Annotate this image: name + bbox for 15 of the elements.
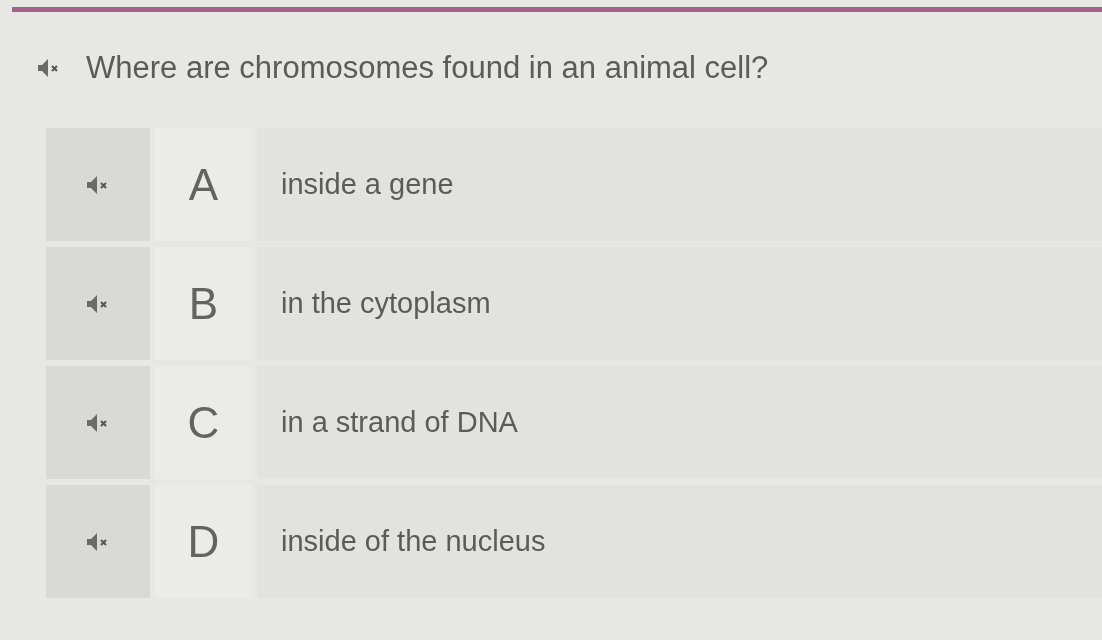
option-letter[interactable]: B xyxy=(155,247,252,360)
answer-option-text[interactable]: in the cytoplasm xyxy=(257,247,1102,360)
answer-option-text[interactable]: inside of the nucleus xyxy=(257,485,1102,598)
speaker-mute-icon xyxy=(87,294,109,313)
option-letter[interactable]: C xyxy=(155,366,252,479)
option-letter[interactable]: A xyxy=(155,128,252,241)
question-text: Where are chromosomes found in an animal cell? xyxy=(86,50,769,86)
answer-option-text[interactable]: inside a gene xyxy=(257,128,1102,241)
speaker-mute-icon xyxy=(38,59,60,77)
option-letter[interactable]: D xyxy=(155,485,252,598)
speaker-mute-icon xyxy=(87,532,109,551)
answer-option-text[interactable]: in a strand of DNA xyxy=(257,366,1102,479)
speaker-mute-icon xyxy=(87,175,109,194)
read-aloud-button[interactable] xyxy=(38,59,60,77)
speaker-mute-icon xyxy=(87,413,109,432)
